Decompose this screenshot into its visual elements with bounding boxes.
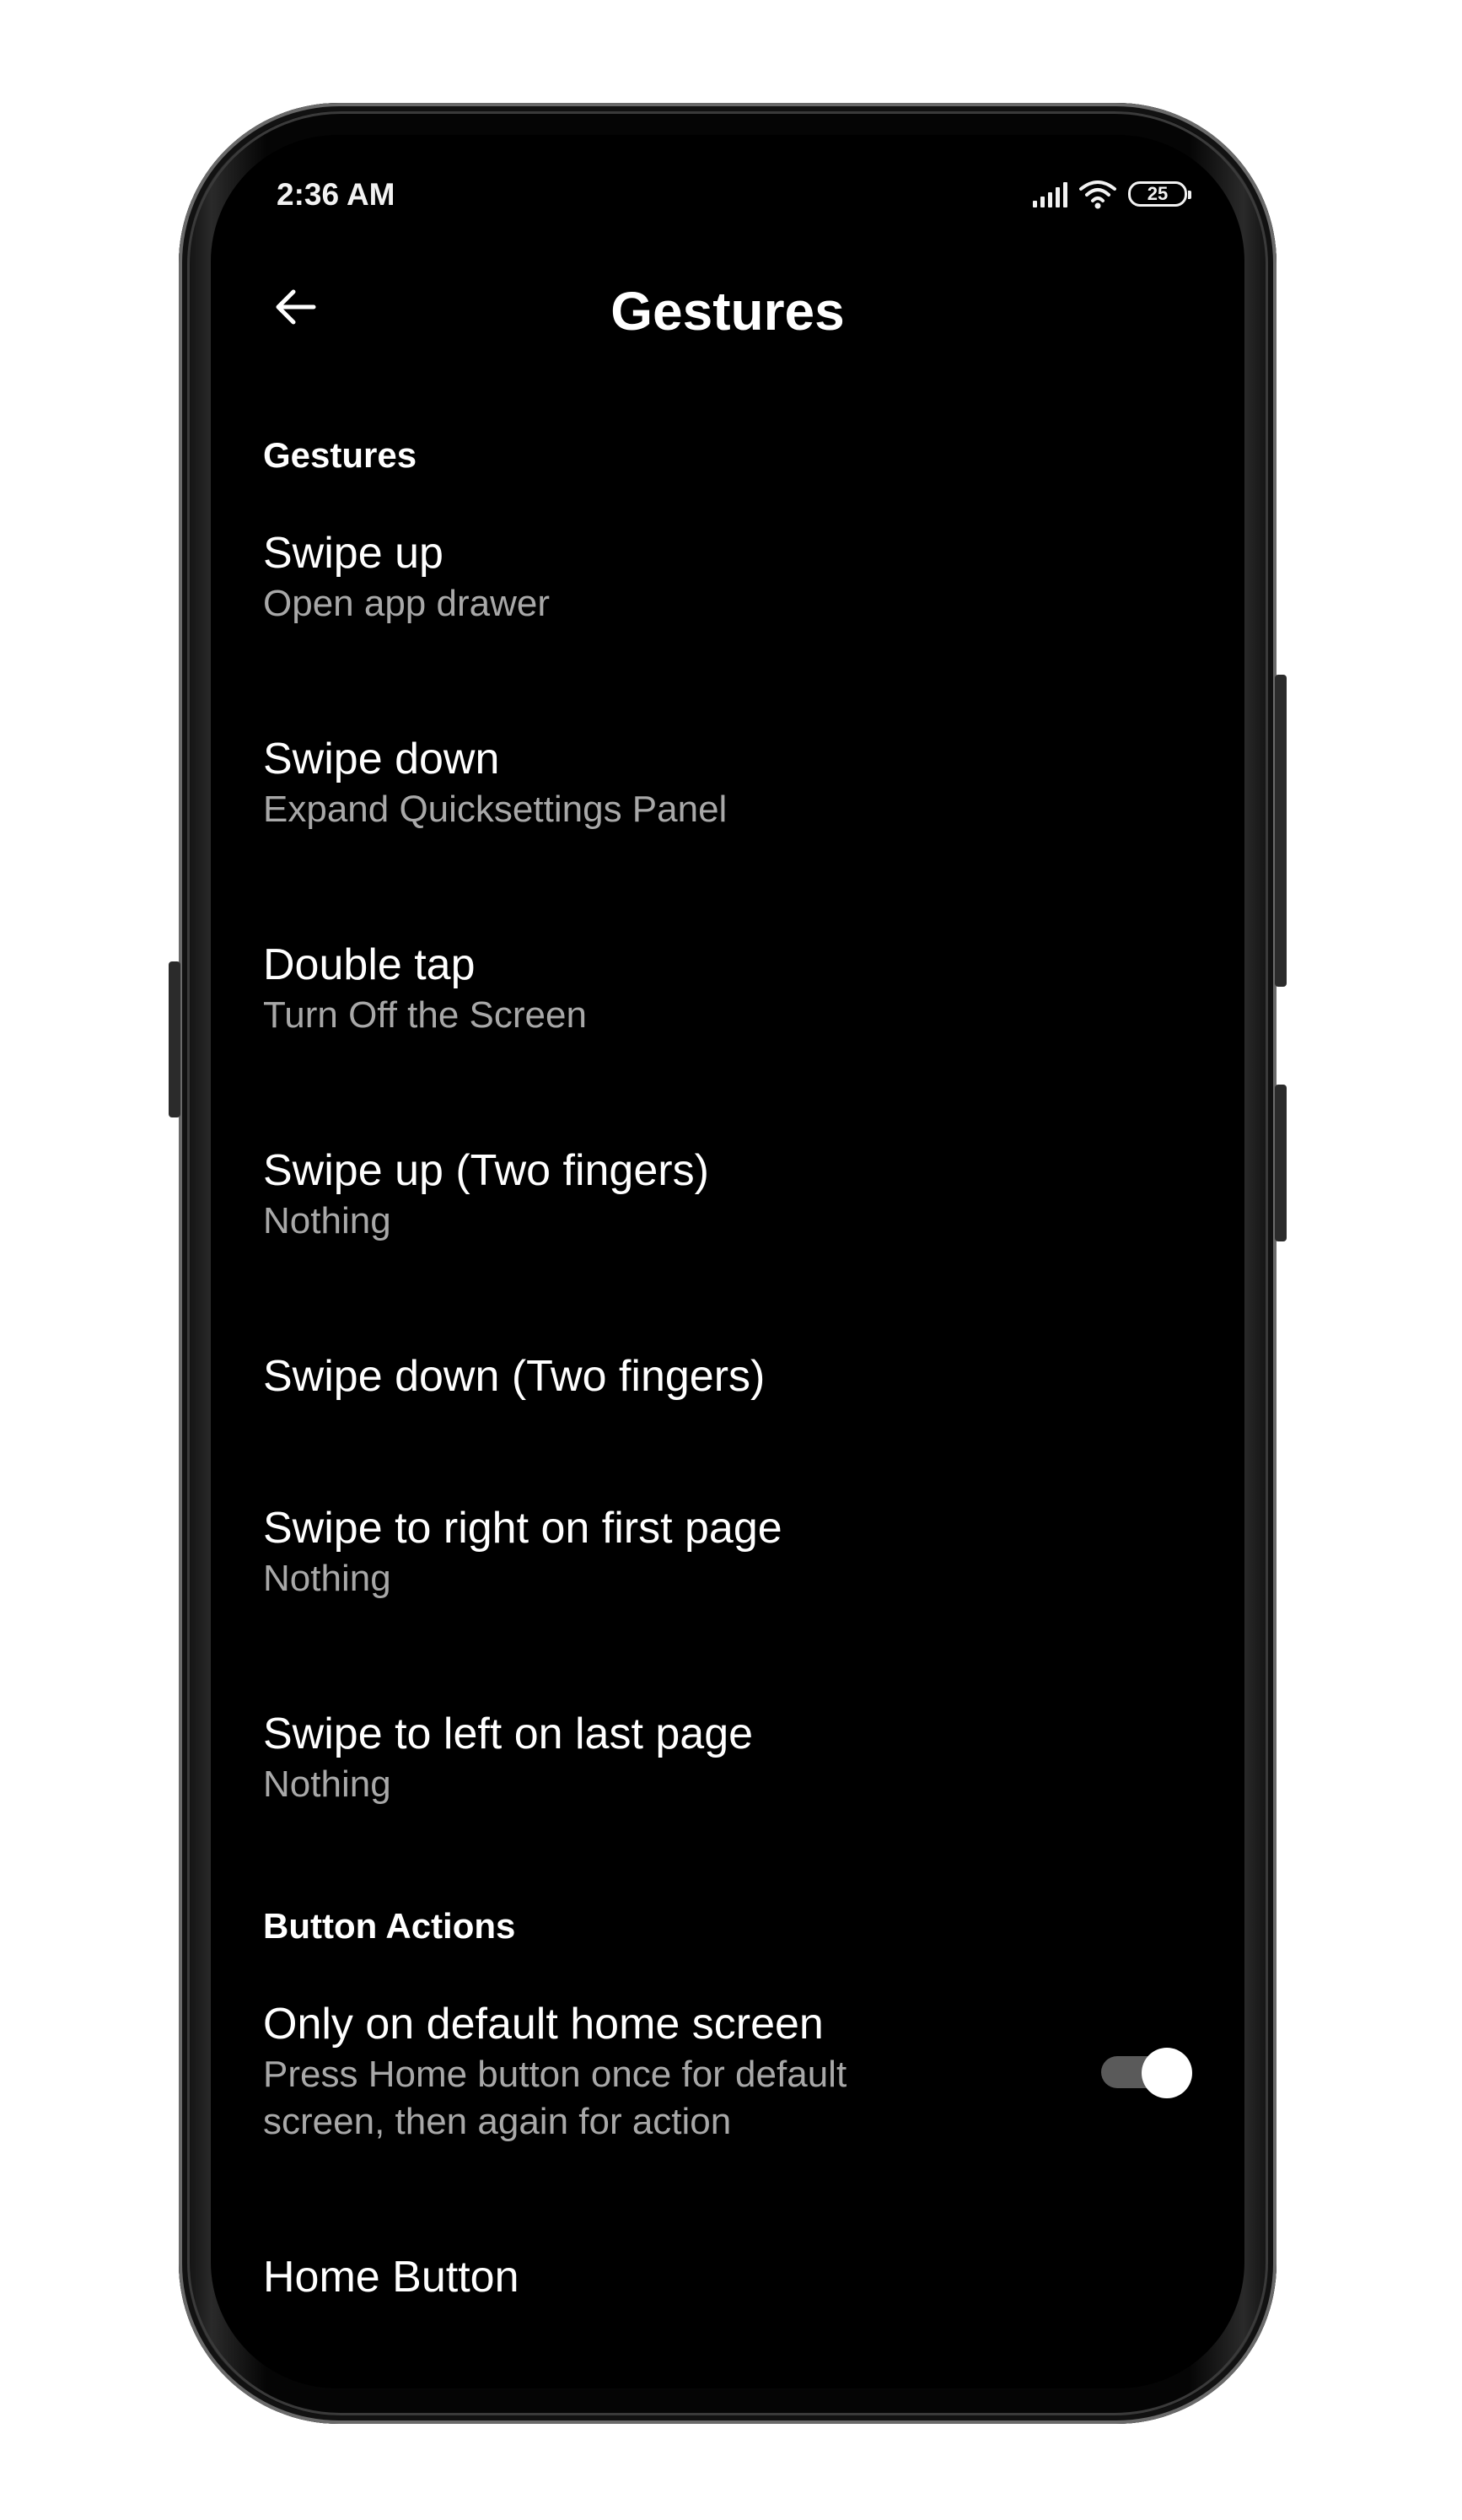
battery-icon: 25 xyxy=(1128,181,1191,207)
gesture-item-swipe-down-two-fingers[interactable]: Swipe down (Two fingers) xyxy=(263,1349,1192,1403)
button-action-item-home-button[interactable]: Home Button xyxy=(263,2250,1192,2304)
item-title: Swipe down xyxy=(263,735,500,783)
gesture-item-swipe-up-two-fingers[interactable]: Swipe up (Two fingers) Nothing xyxy=(263,1144,1192,1245)
section-header-button-actions: Button Actions xyxy=(263,1906,516,1946)
settings-list: Gestures Swipe up Open app drawer Swipe … xyxy=(263,430,1192,2304)
gesture-item-double-tap[interactable]: Double tap Turn Off the Screen xyxy=(263,938,1192,1039)
signal-icon xyxy=(1033,180,1067,207)
item-title: Home Button xyxy=(263,2253,519,2302)
item-title: Only on default home screen xyxy=(263,2000,824,2049)
item-title: Swipe up xyxy=(263,529,443,578)
status-icons: 25 xyxy=(1033,179,1191,209)
item-subtitle: Nothing xyxy=(263,1200,391,1241)
phone-side-button xyxy=(169,961,180,1117)
item-subtitle: Turn Off the Screen xyxy=(263,994,587,1036)
item-subtitle: Nothing xyxy=(263,1558,391,1599)
gesture-item-swipe-right-first-page[interactable]: Swipe to right on first page Nothing xyxy=(263,1501,1192,1602)
gesture-item-swipe-left-last-page[interactable]: Swipe to left on last page Nothing xyxy=(263,1707,1192,1808)
phone-screen: 2:36 AM 25 Gestures Gestures Swipe up Op… xyxy=(211,135,1244,2388)
item-subtitle: Nothing xyxy=(263,1763,391,1805)
status-time: 2:36 AM xyxy=(277,177,395,212)
item-subtitle: screen, then again for action xyxy=(263,2101,732,2142)
section-header-gestures: Gestures xyxy=(263,435,417,475)
item-title: Double tap xyxy=(263,940,476,989)
item-subtitle: Press Home button once for default xyxy=(263,2054,847,2095)
gesture-item-swipe-down[interactable]: Swipe down Expand Quicksettings Panel xyxy=(263,732,1192,833)
toggle-knob xyxy=(1142,2048,1192,2098)
item-title: Swipe to right on first page xyxy=(263,1504,782,1553)
item-title: Swipe down (Two fingers) xyxy=(263,1352,766,1401)
item-subtitle: Expand Quicksettings Panel xyxy=(263,789,728,830)
button-action-item-default-home[interactable]: Only on default home screen Press Home b… xyxy=(263,1997,1192,2146)
item-title: Swipe to left on last page xyxy=(263,1710,754,1758)
phone-volume-button xyxy=(1275,675,1287,987)
phone-power-button xyxy=(1275,1085,1287,1241)
wifi-icon xyxy=(1079,180,1116,209)
item-title: Swipe up (Two fingers) xyxy=(263,1146,709,1195)
gesture-item-swipe-up[interactable]: Swipe up Open app drawer xyxy=(263,526,1192,627)
item-subtitle: Open app drawer xyxy=(263,583,550,624)
page-title: Gestures xyxy=(610,281,845,342)
default-home-toggle[interactable] xyxy=(1101,2048,1192,2098)
